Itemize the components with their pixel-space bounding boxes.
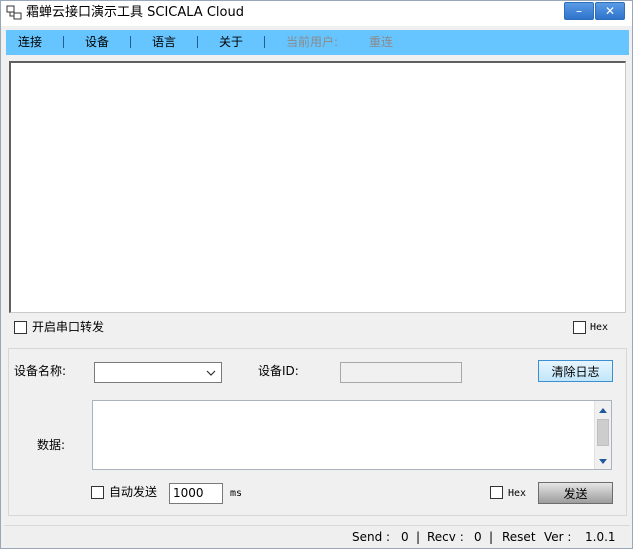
recv-count-label: Recv : [427,530,464,544]
clear-log-button[interactable]: 清除日志 [538,360,613,382]
device-name-select[interactable] [94,362,222,383]
recv-count: 0 [474,530,482,544]
scroll-thumb[interactable] [597,419,609,446]
menu-bar: 连接 设备 语言 关于 当前用户: 重连 [6,30,629,55]
reset-link[interactable]: Reset [502,530,536,544]
version-value: 1.0.1 [585,530,616,544]
serial-forward-checkbox[interactable] [14,321,27,334]
menu-separator [197,36,198,48]
menu-about[interactable]: 关于 [219,34,243,50]
send-hex-label: Hex [508,488,527,499]
menu-reconnect[interactable]: 重连 [369,34,393,50]
menu-language[interactable]: 语言 [152,34,176,50]
receive-hex-checkbox[interactable] [573,321,586,334]
version-label: Ver : [544,530,572,544]
send-button-label: 发送 [563,486,588,501]
minimize-icon: – [576,4,582,18]
data-label: 数据: [37,438,66,452]
auto-send-label: 自动发送 [109,485,158,499]
data-scrollbar[interactable] [594,401,611,469]
log-output[interactable] [9,61,626,313]
send-hex-checkbox[interactable] [490,486,503,499]
minimize-button[interactable]: – [564,2,594,20]
close-icon: ✕ [604,4,616,18]
auto-send-checkbox[interactable] [91,486,104,499]
status-bar: Send : 0 | Recv : 0 | Reset Ver : 1.0.1 [4,525,630,547]
menu-separator [264,36,265,48]
scroll-down-icon[interactable] [598,455,608,465]
title-bar[interactable]: 霜蝉云接口演示工具 SCICALA Cloud – ✕ [1,1,632,26]
serial-forward-label: 开启串口转发 [32,320,105,334]
send-button[interactable]: 发送 [538,482,613,504]
status-separator: | [489,530,494,544]
app-window: 霜蝉云接口演示工具 SCICALA Cloud – ✕ 连接 设备 语言 关于 … [0,0,633,549]
device-name-label: 设备名称: [14,364,67,378]
window-title: 霜蝉云接口演示工具 SCICALA Cloud [26,5,244,20]
menu-connect[interactable]: 连接 [18,34,42,50]
chevron-down-icon [206,367,216,377]
status-separator: | [416,530,421,544]
device-id-field [340,362,462,383]
clear-log-label: 清除日志 [551,364,600,379]
menu-device[interactable]: 设备 [85,34,109,50]
send-count-label: Send : [352,530,391,544]
interval-input[interactable]: 1000 [169,483,223,504]
close-button[interactable]: ✕ [595,2,625,20]
menu-separator [130,36,131,48]
send-count: 0 [401,530,409,544]
interval-unit: ms [230,488,243,499]
menu-separator [63,36,64,48]
receive-hex-label: Hex [590,322,609,333]
device-id-label: 设备ID: [258,364,299,378]
menu-current-user: 当前用户: [286,35,339,49]
app-icon [6,5,22,21]
data-input[interactable] [92,400,612,470]
scroll-up-icon[interactable] [598,405,608,415]
